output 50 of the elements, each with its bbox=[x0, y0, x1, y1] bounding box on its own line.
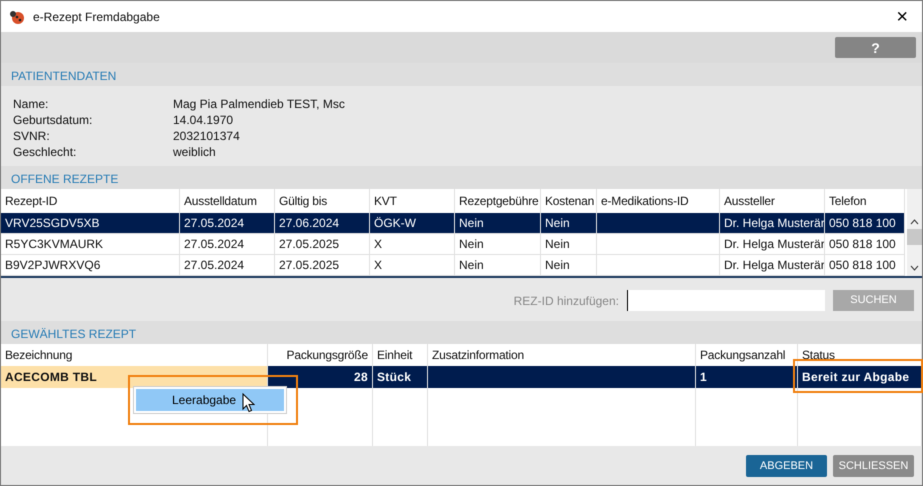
scroll-up-icon[interactable] bbox=[910, 219, 919, 225]
field-label: SVNR: bbox=[13, 128, 51, 144]
table-cell: 27.05.2024 bbox=[180, 213, 275, 234]
table-cell: 27.06.2024 bbox=[275, 213, 370, 234]
close-button[interactable]: × bbox=[890, 6, 914, 26]
table-cell: Bereit zur Abgabe bbox=[798, 366, 922, 388]
table-cell: 050 818 100 bbox=[825, 213, 905, 234]
table-cell: Nein bbox=[541, 234, 597, 255]
field-value: 14.04.1970 bbox=[173, 112, 234, 128]
table-cell: 28 bbox=[268, 366, 373, 388]
table-cell: ACECOMB TBL bbox=[1, 366, 268, 388]
scrollbar-thumb[interactable] bbox=[907, 229, 922, 245]
field-value: Mag Pia Palmendieb TEST, Msc bbox=[173, 96, 346, 112]
help-button[interactable]: ? bbox=[835, 37, 916, 58]
field-label: Geschlecht: bbox=[13, 144, 78, 160]
table-cell: Nein bbox=[455, 213, 541, 234]
field-value: weiblich bbox=[173, 144, 217, 160]
table-row[interactable]: ACECOMB TBL 28 Stück 1 Bereit zur Abgabe bbox=[1, 366, 922, 388]
table-cell: 050 818 100 bbox=[825, 255, 905, 276]
field-label: Geburtsdatum: bbox=[13, 112, 94, 128]
field-label: Name: bbox=[13, 96, 50, 112]
table-cell: X bbox=[370, 255, 455, 276]
field-label: REZ-ID hinzufügen: bbox=[514, 292, 619, 310]
table-cell: Nein bbox=[541, 213, 597, 234]
window-title: e-Rezept Fremdabgabe bbox=[33, 8, 161, 26]
section-title: OFFENE REZEPTE bbox=[1, 166, 922, 189]
rez-id-field[interactable] bbox=[627, 290, 825, 311]
table-cell: R5YC3KVMAURK bbox=[1, 234, 180, 255]
field-value: 2032101374 bbox=[173, 128, 241, 144]
submit-button[interactable]: ABGEBEN bbox=[746, 455, 827, 477]
section-title: PATIENTENDATEN bbox=[1, 63, 922, 86]
table-cell: Nein bbox=[455, 255, 541, 276]
table-cell: VRV25SGDV5XB bbox=[1, 213, 180, 234]
table-cell: B9V2PJWRXVQ6 bbox=[1, 255, 180, 276]
table-cell: Nein bbox=[455, 234, 541, 255]
table-cell: 27.05.2025 bbox=[275, 234, 370, 255]
table-cell: Nein bbox=[541, 255, 597, 276]
table-cell: 27.05.2025 bbox=[275, 255, 370, 276]
table-cell: 050 818 100 bbox=[825, 234, 905, 255]
section-title: GEWÄHLTES REZEPT bbox=[1, 321, 922, 344]
table-cell: ÖGK-W bbox=[370, 213, 455, 234]
ladybug-icon bbox=[9, 8, 25, 24]
menu-item[interactable]: Leerabgabe bbox=[136, 389, 284, 411]
table-cell: 27.05.2024 bbox=[180, 255, 275, 276]
table-cell: 27.05.2024 bbox=[180, 234, 275, 255]
scrollbar[interactable] bbox=[907, 189, 922, 276]
table-cell: 1 bbox=[696, 366, 798, 388]
table-cell: X bbox=[370, 234, 455, 255]
scroll-down-icon[interactable] bbox=[910, 265, 919, 271]
table-cell: Stück bbox=[373, 366, 428, 388]
